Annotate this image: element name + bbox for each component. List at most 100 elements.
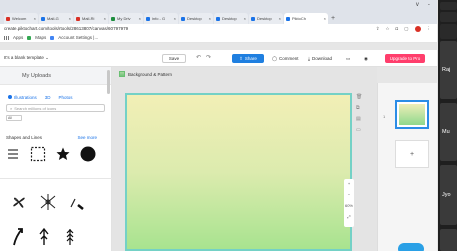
new-tab-button[interactable]: + — [329, 14, 337, 24]
lines-shape-icon[interactable] — [6, 147, 20, 161]
browser-tab[interactable]: Welcom × — [4, 13, 38, 24]
zoom-level[interactable]: 60% — [345, 203, 353, 208]
address-bar[interactable]: create.piktochart.com/tools/rtools/28613… — [0, 24, 437, 33]
meet-participant-tile[interactable]: Mu — [440, 103, 457, 161]
preview-button[interactable]: ◉ — [364, 54, 368, 63]
close-icon[interactable]: × — [279, 16, 281, 21]
save-button[interactable]: Save — [162, 54, 186, 63]
radio-selected-icon — [8, 95, 12, 99]
panel-divider — [0, 178, 112, 179]
tab-favicon-icon — [146, 16, 150, 21]
extension-icon[interactable]: ◘ — [396, 26, 399, 31]
minimize-button[interactable]: - — [428, 0, 430, 11]
circle-shape-icon[interactable] — [80, 146, 96, 162]
bookmark-star-icon[interactable]: ☆ — [385, 26, 389, 32]
undo-icon[interactable]: ↶ — [196, 54, 201, 61]
upgrade-button[interactable]: Upgrade to Pro — [385, 54, 425, 63]
see-more-link[interactable]: See more — [77, 135, 97, 140]
asset-type-tabs: Illustrations 3D Photos — [0, 85, 111, 100]
illustrations-row — [10, 193, 86, 211]
plus-icon: + — [409, 150, 415, 158]
browser-tab[interactable]: Desktop × — [179, 13, 213, 24]
add-page-button[interactable]: + — [395, 140, 429, 168]
browser-tab[interactable]: Desktop × — [214, 13, 248, 24]
browser-tab[interactable]: Mail-Ri × — [74, 13, 108, 24]
fit-screen-icon[interactable]: ⤢ — [347, 214, 350, 219]
page-thumbnail[interactable] — [395, 100, 429, 129]
tab-photos[interactable]: Photos — [59, 95, 73, 100]
arrow-up-doodle-icon[interactable] — [36, 226, 52, 246]
sidebar-icon[interactable]: ▢ — [404, 26, 408, 32]
tree-doodle-icon[interactable] — [62, 226, 78, 246]
bookmark-maps[interactable]: Maps — [35, 35, 46, 40]
my-uploads-header[interactable]: My Uploads — [0, 67, 111, 85]
browser-tab[interactable]: Mail-G × — [39, 13, 73, 24]
search-icon: ⌕ — [10, 105, 13, 111]
bookmark-account-settings[interactable]: Account Settings |... — [58, 35, 98, 40]
download-button[interactable]: ⤓ Download — [308, 54, 332, 63]
close-icon[interactable]: × — [324, 16, 326, 21]
browser-tab-strip: Welcom × Mail-G × Mail-Ri × My Driv × info -… — [0, 12, 437, 24]
thumbnail-preview — [399, 104, 425, 125]
close-icon[interactable]: × — [174, 16, 176, 21]
undo-redo-group: ↶ ↷ — [196, 54, 224, 61]
star-shape-icon[interactable] — [56, 147, 70, 161]
arrow-doodle-icon[interactable] — [10, 226, 26, 246]
help-fab[interactable] — [398, 243, 424, 251]
close-icon[interactable]: × — [139, 16, 141, 21]
flower-doodle-icon[interactable] — [10, 193, 28, 211]
browser-tab[interactable]: Desktop × — [249, 13, 283, 24]
browser-tab[interactable]: info - G × — [144, 13, 178, 24]
tab-search-button[interactable]: v — [416, 0, 419, 11]
delete-icon[interactable]: 🗑 — [356, 94, 362, 100]
tab-favicon-icon — [111, 16, 115, 21]
bookmarks-bar: Apps Maps Account Settings |... — [0, 33, 437, 43]
browser-tab-active[interactable]: PiktoCh × — [284, 13, 328, 24]
meet-tile — [440, 229, 457, 251]
maps-icon — [27, 35, 32, 40]
eye-icon: ◉ — [364, 55, 368, 61]
icon-search-input[interactable]: ⌕ Search millions of icons — [6, 104, 105, 112]
close-icon[interactable]: × — [209, 16, 211, 21]
tab-illustrations[interactable]: Illustrations — [8, 95, 37, 100]
tab-favicon-icon — [286, 16, 290, 21]
notes-icon[interactable]: ▭ — [356, 127, 362, 133]
meet-participant-tile[interactable]: Jyo — [440, 165, 457, 225]
close-icon[interactable]: × — [244, 16, 246, 21]
share-page-icon[interactable]: ⇪ — [376, 26, 380, 32]
profile-avatar[interactable] — [414, 25, 421, 32]
url-text[interactable]: create.piktochart.com/tools/rtools/28613… — [4, 26, 128, 31]
background-tab[interactable]: Background & Pattern — [119, 70, 172, 78]
tab-3d[interactable]: 3D — [45, 95, 51, 100]
zoom-in-icon[interactable]: + — [348, 181, 350, 186]
redo-icon[interactable]: ↷ — [206, 54, 211, 61]
meet-participant-tile[interactable]: Raj — [440, 41, 457, 99]
close-icon[interactable]: × — [104, 16, 106, 21]
apps-grid-icon — [4, 35, 9, 40]
shapes-section-header: Shapes and Lines See more — [0, 121, 111, 140]
template-selector[interactable]: It's a blank template ⌄ — [0, 55, 150, 61]
dashed-square-icon[interactable] — [30, 146, 46, 162]
present-button[interactable]: ▭ — [346, 54, 350, 63]
layers-icon[interactable]: ▤ — [356, 116, 362, 122]
tab-favicon-icon — [76, 16, 80, 21]
menu-dots-icon[interactable]: ⋮ — [427, 26, 432, 32]
share-icon: ⇧ — [239, 55, 243, 61]
brush-stroke-icon[interactable] — [68, 193, 86, 211]
browser-tab[interactable]: My Driv × — [109, 13, 143, 24]
duplicate-icon[interactable]: ⧉ — [356, 105, 362, 111]
leaf-doodle-icon[interactable] — [38, 193, 58, 211]
close-icon[interactable]: × — [34, 16, 36, 21]
zoom-controls: + − 60% ⤢ — [344, 179, 354, 227]
download-icon: ⤓ — [308, 56, 310, 61]
shapes-row — [0, 140, 111, 162]
bookmark-apps[interactable]: Apps — [13, 35, 23, 40]
present-icon: ▭ — [346, 55, 351, 61]
close-icon[interactable]: × — [69, 16, 71, 21]
zoom-out-icon[interactable]: − — [348, 192, 350, 197]
comment-button[interactable]: ◯ Comment — [272, 54, 299, 63]
share-button[interactable]: ⇧ Share — [232, 54, 264, 63]
panel-scrollbar[interactable] — [107, 70, 110, 94]
section-title: Shapes and Lines — [6, 135, 43, 140]
canvas-page[interactable] — [125, 93, 352, 251]
